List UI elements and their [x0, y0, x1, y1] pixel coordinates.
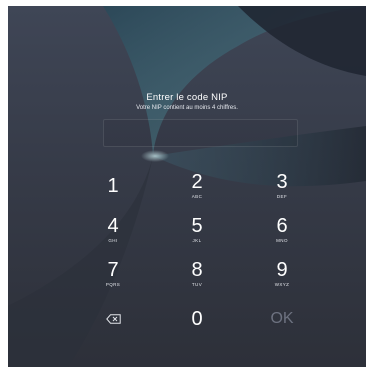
ok-label: OK	[270, 310, 294, 327]
key-4[interactable]: 4 GHI	[83, 215, 143, 253]
key-9[interactable]: 9 WXYZ	[252, 259, 312, 297]
pin-input[interactable]	[103, 119, 298, 147]
key-5[interactable]: 5 JKL	[167, 215, 227, 253]
page-title: Entrer le code NIP	[146, 92, 228, 103]
key-digit: 7	[107, 259, 119, 281]
key-digit: 6	[276, 215, 288, 237]
key-digit: 5	[191, 215, 203, 237]
key-digit: 3	[276, 171, 288, 193]
key-letters: MNO	[276, 238, 288, 243]
key-letters: DEF	[276, 194, 288, 199]
lock-screen: Entrer le code NIP Votre NIP contient au…	[8, 6, 366, 367]
key-digit: 0	[191, 308, 203, 330]
backspace-icon	[105, 314, 121, 324]
key-digit: 9	[276, 259, 288, 281]
key-digit: 1	[107, 175, 119, 197]
key-letters: PQRS	[105, 282, 121, 287]
key-letters: WXYZ	[274, 282, 290, 287]
pin-prompt: Entrer le code NIP Votre NIP contient au…	[8, 92, 366, 111]
backspace-button[interactable]	[83, 304, 143, 334]
ok-button[interactable]: OK	[252, 304, 312, 342]
key-letters: ABC	[191, 194, 203, 199]
key-6[interactable]: 6 MNO	[252, 215, 312, 253]
key-3[interactable]: 3 DEF	[252, 171, 312, 209]
key-letters: GHI	[108, 238, 118, 243]
key-digit: 8	[191, 259, 203, 281]
key-letters: TUV	[191, 282, 203, 287]
key-digit: 2	[191, 171, 203, 193]
key-2[interactable]: 2 ABC	[167, 171, 227, 209]
key-digit: 4	[107, 215, 119, 237]
key-letters: JKL	[192, 238, 202, 243]
pin-hint: Votre NIP contient au moins 4 chiffres.	[136, 105, 238, 111]
key-7[interactable]: 7 PQRS	[83, 259, 143, 297]
key-0[interactable]: 0	[167, 304, 227, 342]
key-8[interactable]: 8 TUV	[167, 259, 227, 297]
key-1[interactable]: 1	[83, 171, 143, 209]
